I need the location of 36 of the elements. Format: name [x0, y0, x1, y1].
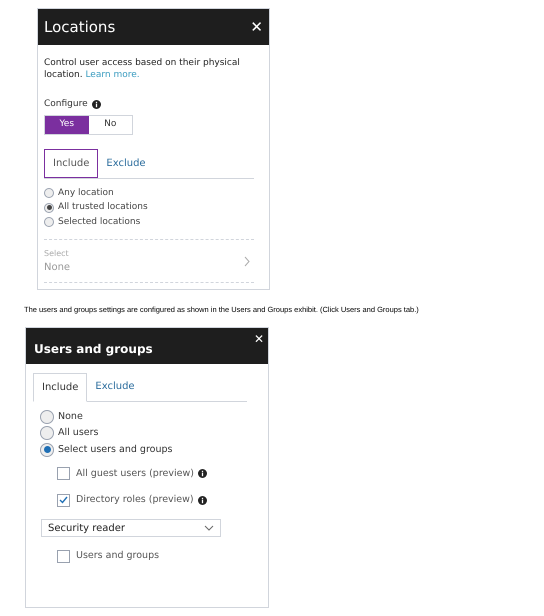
radio-button[interactable]: [44, 202, 54, 213]
check-icon: [59, 496, 68, 504]
tab[interactable]: Exclude: [98, 148, 154, 178]
radio-label: Selected locations: [58, 216, 140, 228]
radio-label: Any location: [58, 186, 114, 200]
chevron-right-icon[interactable]: [244, 256, 250, 266]
radio-button[interactable]: [40, 426, 54, 440]
checkbox[interactable]: [57, 467, 70, 480]
radio-button[interactable]: [44, 188, 54, 198]
checkbox-label: Directory roles (preview): [76, 493, 194, 507]
panel-title: Users and groups: [34, 341, 153, 358]
chevron-down-icon: [204, 525, 214, 532]
checkbox-label: Users and groups: [76, 549, 160, 564]
tab[interactable]: Exclude: [87, 372, 143, 401]
radio-label: Select users and groups: [58, 442, 172, 456]
radio-label: All users: [58, 426, 98, 440]
panel-title: Locations: [44, 16, 116, 38]
checkbox-label: All guest users (preview): [76, 466, 194, 481]
radio-button[interactable]: [44, 217, 54, 228]
checkbox[interactable]: [57, 550, 70, 563]
info-icon: [92, 100, 101, 110]
toggle-option[interactable]: Yes: [45, 116, 88, 134]
select-value: None: [44, 260, 70, 274]
select-label: Select: [44, 248, 70, 260]
configure-label: Configure: [44, 98, 88, 111]
tab[interactable]: Include: [33, 373, 88, 402]
tab[interactable]: Include: [44, 148, 98, 178]
dropdown[interactable]: Security reader: [41, 519, 221, 538]
radio-button[interactable]: [40, 442, 54, 457]
radio-button[interactable]: [40, 410, 54, 424]
close-button[interactable]: ✕: [254, 330, 264, 348]
checkbox[interactable]: [57, 494, 70, 507]
radio-label: All trusted locations: [58, 201, 148, 214]
close-button[interactable]: ✕: [250, 16, 263, 38]
description-text: Control user access based on their physical location. Learn more.: [44, 57, 241, 81]
radio-label: None: [58, 410, 83, 424]
